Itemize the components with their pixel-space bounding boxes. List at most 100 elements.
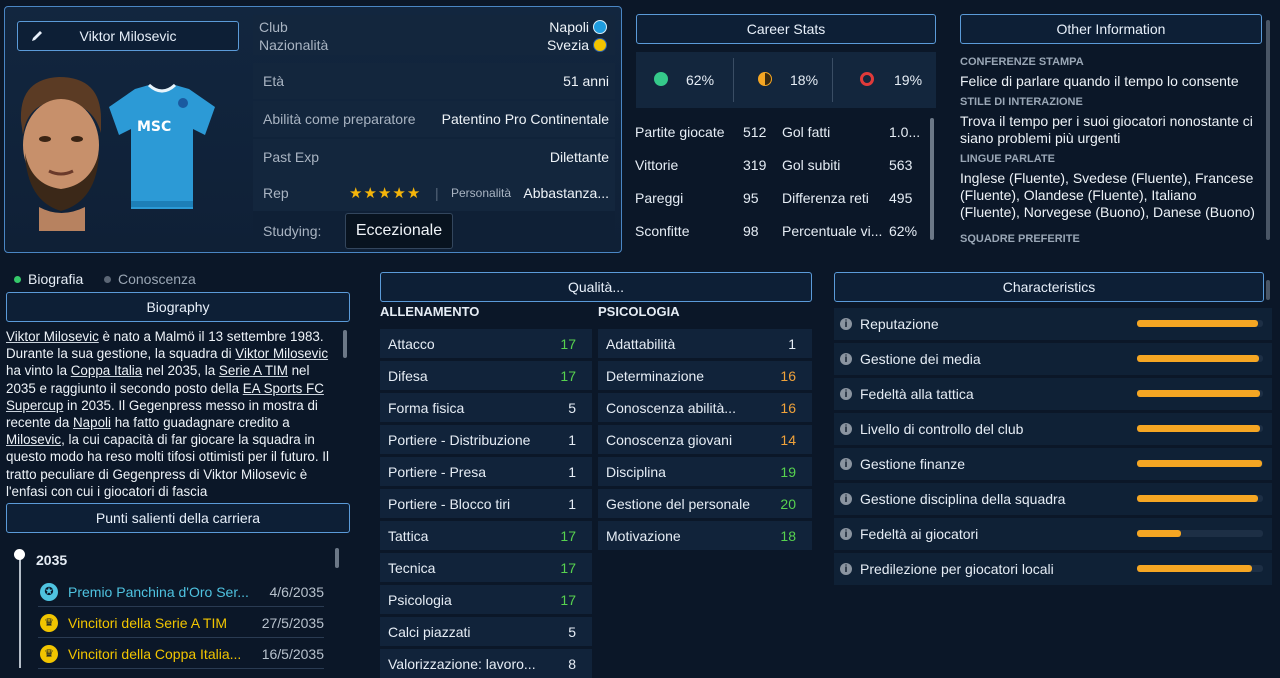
quality-row[interactable]: Conoscenza abilità... 16	[598, 393, 812, 422]
quality-row[interactable]: Motivazione 18	[598, 521, 812, 550]
nationality-value[interactable]: Svezia	[547, 37, 607, 53]
info-icon[interactable]: i	[840, 458, 852, 470]
characteristic-row[interactable]: i Gestione disciplina della squadra	[834, 483, 1272, 515]
quality-row[interactable]: Portiere - Distribuzione 1	[380, 425, 592, 454]
bio-link-coppa[interactable]: Coppa Italia	[71, 363, 142, 378]
shirt-sponsor: MSC	[137, 119, 171, 135]
other-info-scrollbar[interactable]	[1266, 20, 1270, 240]
info-icon[interactable]: i	[840, 528, 852, 540]
coaching-value: Patentino Pro Continentale	[441, 111, 609, 127]
highlight-item[interactable]: ♛ Vincitori della Coppa Italia... 16/5/203…	[38, 639, 324, 669]
tab-biografia[interactable]: Biografia	[14, 271, 83, 287]
characteristic-row[interactable]: i Fedeltà alla tattica	[834, 378, 1272, 410]
characteristic-row[interactable]: i Gestione finanze	[834, 448, 1272, 480]
psychology-header: PSICOLOGIA	[598, 304, 680, 319]
divider: |	[435, 185, 439, 201]
win-pct: 62%	[686, 72, 715, 88]
biography-header[interactable]: Biography	[6, 292, 350, 322]
biography-scrollbar[interactable]	[343, 330, 347, 358]
qualities-header[interactable]: Qualità...	[380, 272, 812, 302]
edit-name-button[interactable]: Viktor Milosevic	[17, 21, 239, 51]
club-value[interactable]: Napoli	[549, 19, 607, 35]
personality-value[interactable]: Abbastanza...	[523, 185, 609, 201]
quality-row[interactable]: Psicologia 17	[380, 585, 592, 614]
quality-row[interactable]: Calci piazzati 5	[380, 617, 592, 646]
quality-label: Calci piazzati	[388, 623, 471, 640]
club-nationality-row: Club Nazionalità Napoli Svezia	[253, 15, 615, 55]
quality-row[interactable]: Adattabilità 1	[598, 329, 812, 358]
quality-label: Disciplina	[606, 463, 666, 480]
player-face-image	[20, 77, 101, 231]
quality-label: Motivazione	[606, 527, 681, 544]
career-stats-scrollbar[interactable]	[930, 118, 934, 240]
characteristics-scrollbar[interactable]	[1266, 280, 1270, 300]
career-stats-header[interactable]: Career Stats	[636, 14, 936, 44]
bio-link-milosevic[interactable]: Milosevic	[6, 432, 61, 447]
bio-link-napoli[interactable]: Napoli	[73, 415, 111, 430]
studying-row: Studying: Eccezionale	[253, 211, 615, 251]
quality-row[interactable]: Attacco 17	[380, 329, 592, 358]
quality-row[interactable]: Valorizzazione: lavoro... 8	[380, 649, 592, 678]
characteristics-header[interactable]: Characteristics	[834, 272, 1264, 302]
rep-row: Rep ★★★★★ | Personalità Abbastanza...	[253, 175, 615, 211]
style-value: Trova il tempo per i suoi giocatori nono…	[960, 113, 1253, 146]
quality-row[interactable]: Portiere - Presa 1	[380, 457, 592, 486]
other-info-header[interactable]: Other Information	[960, 14, 1262, 44]
quality-row[interactable]: Portiere - Blocco tiri 1	[380, 489, 592, 518]
quality-label: Valorizzazione: lavoro...	[388, 655, 536, 672]
past-exp-value: Dilettante	[549, 149, 609, 165]
quality-label: Gestione del personale	[606, 495, 750, 512]
quality-value: 17	[560, 591, 576, 608]
quality-value: 14	[780, 431, 796, 448]
quality-value: 17	[560, 367, 576, 384]
highlight-item[interactable]: ✪ Premio Panchina d'Oro Ser... 4/6/2035	[38, 577, 324, 607]
quality-row[interactable]: Tattica 17	[380, 521, 592, 550]
quality-row[interactable]: Disciplina 19	[598, 457, 812, 486]
info-icon[interactable]: i	[840, 388, 852, 400]
coaching-row: Abilità come preparatore Patentino Pro C…	[253, 101, 615, 137]
bio-link-player[interactable]: Viktor Milosevic	[6, 329, 99, 344]
quality-label: Tecnica	[388, 559, 436, 576]
info-icon[interactable]: i	[840, 318, 852, 330]
characteristic-row[interactable]: i Reputazione	[834, 308, 1272, 340]
tab-conoscenza[interactable]: Conoscenza	[104, 271, 196, 287]
characteristic-row[interactable]: i Predilezione per giocatori locali	[834, 553, 1272, 585]
highlight-date: 4/6/2035	[269, 583, 325, 600]
characteristic-label: Gestione dei media	[860, 351, 981, 367]
info-icon[interactable]: i	[840, 563, 852, 575]
quality-label: Tattica	[388, 527, 429, 544]
characteristic-bar	[1137, 565, 1263, 572]
quality-row[interactable]: Determinazione 16	[598, 361, 812, 390]
quality-row[interactable]: Gestione del personale 20	[598, 489, 812, 518]
characteristic-row[interactable]: i Livello di controllo del club	[834, 413, 1272, 445]
win-icon	[654, 72, 668, 86]
bio-link-serie-a[interactable]: Serie A TIM	[219, 363, 288, 378]
studying-value[interactable]: Eccezionale	[345, 213, 453, 249]
characteristic-row[interactable]: i Fedeltà ai giocatori	[834, 518, 1272, 550]
stat-value: 495	[889, 189, 913, 206]
highlights-scrollbar[interactable]	[335, 548, 339, 568]
info-icon[interactable]: i	[840, 493, 852, 505]
quality-label: Forma fisica	[388, 399, 465, 416]
quality-row[interactable]: Difesa 17	[380, 361, 592, 390]
quality-row[interactable]: Tecnica 17	[380, 553, 592, 582]
bio-link-player[interactable]: Viktor Milosevic	[235, 346, 328, 361]
highlight-item[interactable]: ♛ Vincitori della Serie A TIM 27/5/2035	[38, 608, 324, 638]
quality-label: Attacco	[388, 335, 435, 352]
stat-value: 563	[889, 156, 913, 173]
highlight-year: 2035	[36, 552, 68, 568]
characteristic-bar	[1137, 460, 1263, 467]
highlights-header[interactable]: Punti salienti della carriera	[6, 503, 350, 533]
result-summary: 62% 18% 19%	[636, 52, 936, 108]
info-icon[interactable]: i	[840, 353, 852, 365]
press-label: CONFERENZE STAMPA	[960, 56, 1084, 68]
quality-row[interactable]: Conoscenza giovani 14	[598, 425, 812, 454]
characteristic-bar	[1137, 320, 1263, 327]
loss-pct: 19%	[894, 72, 923, 88]
characteristic-bar-fill	[1137, 355, 1260, 362]
info-icon[interactable]: i	[840, 423, 852, 435]
quality-row[interactable]: Forma fisica 5	[380, 393, 592, 422]
stat-label: Percentuale vi...	[782, 222, 883, 239]
quality-value: 16	[780, 367, 796, 384]
characteristic-row[interactable]: i Gestione dei media	[834, 343, 1272, 375]
